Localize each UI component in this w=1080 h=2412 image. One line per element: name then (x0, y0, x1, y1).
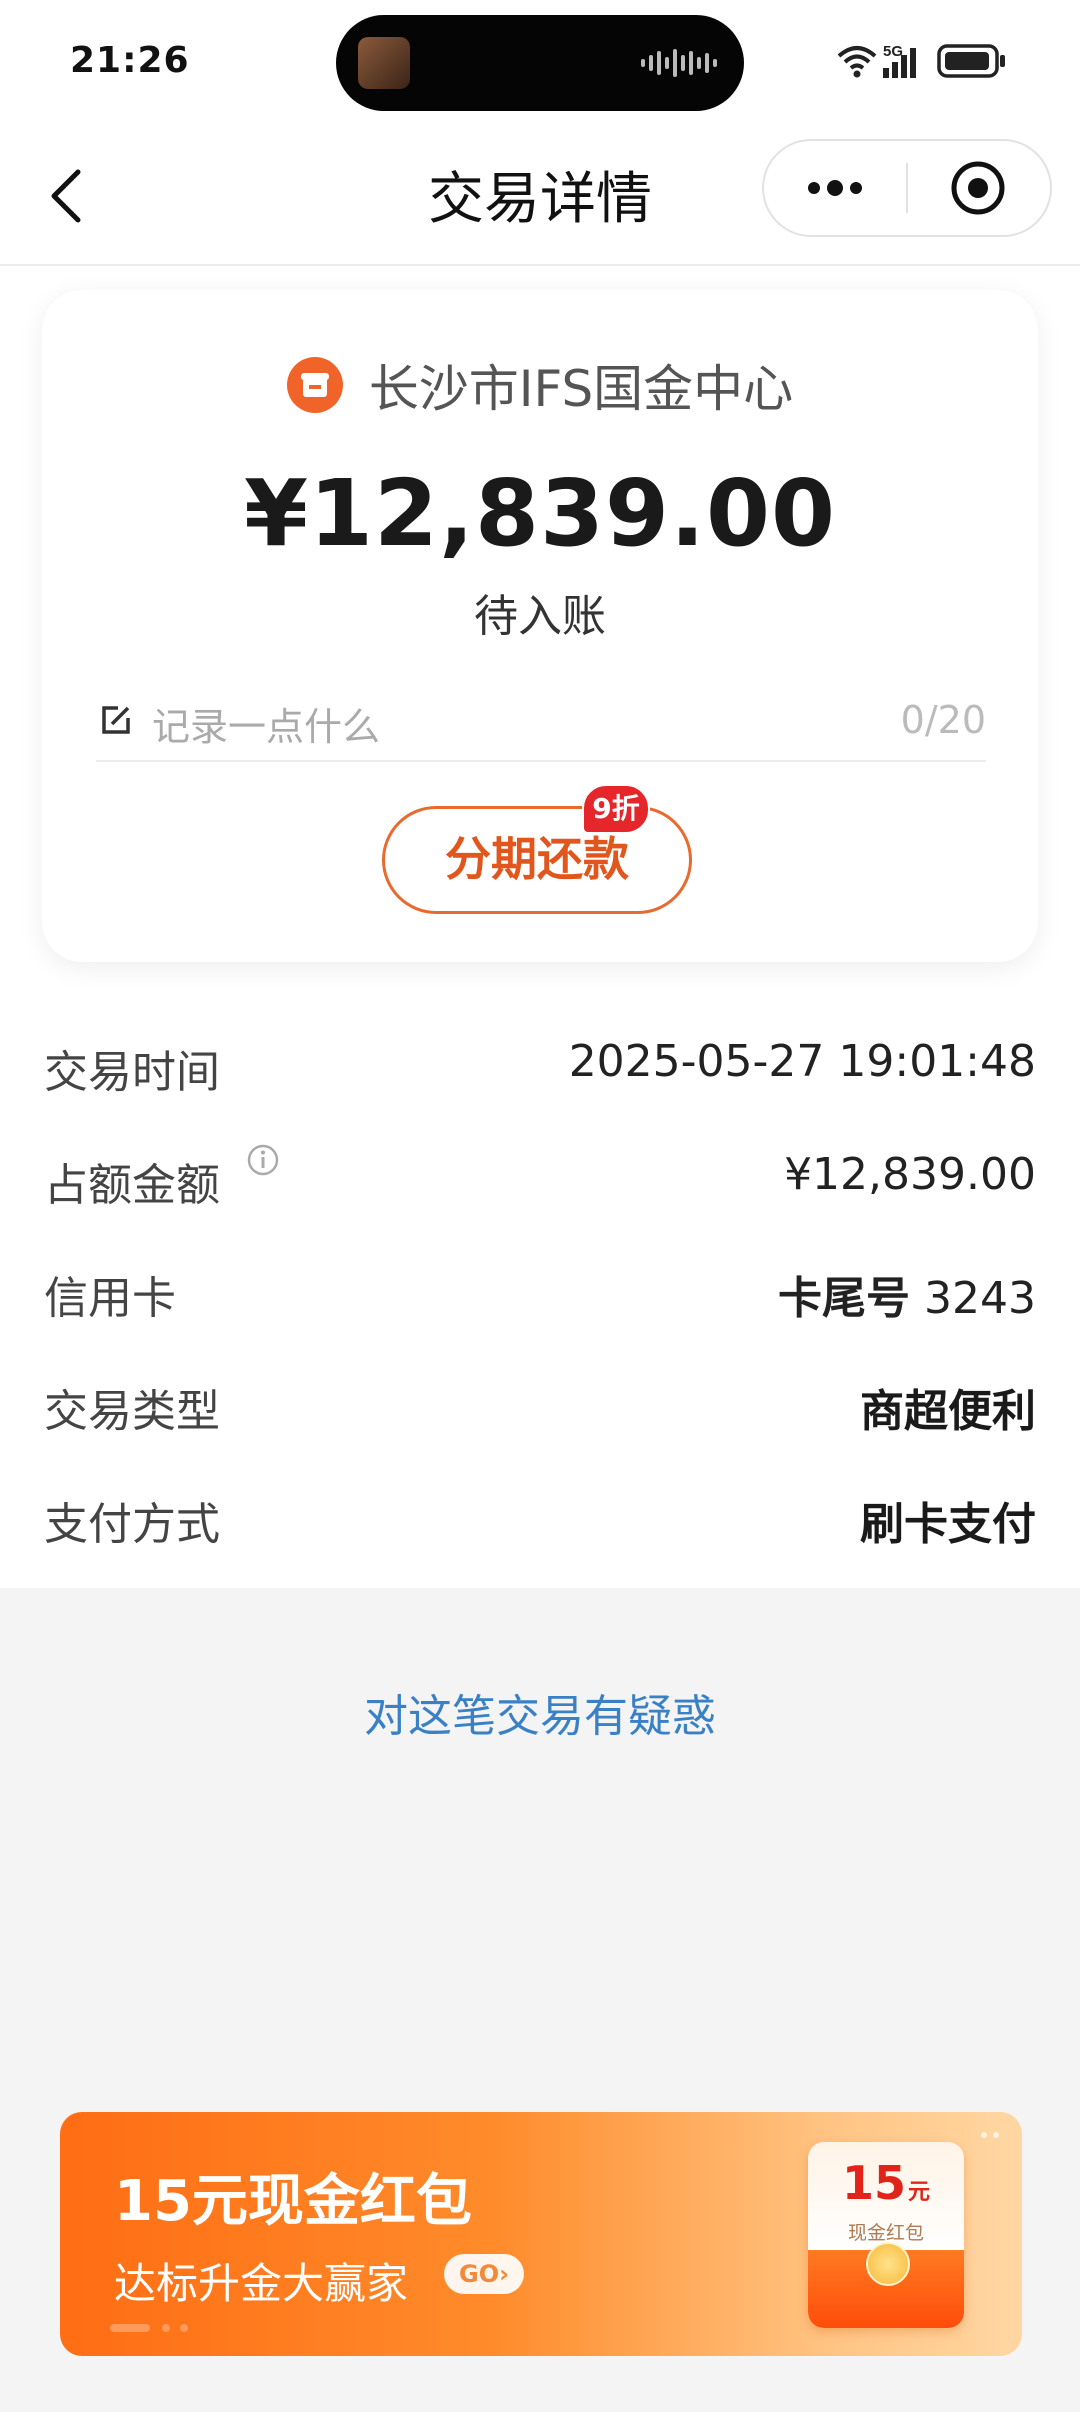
red-envelope-icon: 15元 现金红包 (808, 2142, 964, 2328)
envelope-amount: 15元 (841, 2156, 931, 2210)
transaction-query-link[interactable]: 对这笔交易有疑惑 (0, 1680, 1080, 1744)
discount-badge: 9折 (582, 784, 650, 834)
edit-icon (102, 706, 130, 734)
banner-subtitle: 达标升金大赢家 (114, 2259, 409, 2308)
detail-value: ¥12,839.00 (784, 1149, 1036, 1200)
note-counter: 0/20 (900, 698, 986, 742)
battery-icon (937, 44, 1005, 78)
detail-value: 2025-05-27 19:01:48 (568, 1036, 1036, 1087)
go-label: GO (459, 2260, 500, 2288)
detail-value: 卡尾号 3243 (778, 1262, 1036, 1326)
transaction-amount: ¥12,839.00 (243, 460, 836, 567)
capsule-divider (906, 163, 908, 213)
envelope-label: 现金红包 (847, 2222, 924, 2244)
back-button[interactable] (40, 156, 100, 236)
network-5g-label: 5G (883, 43, 903, 60)
coin-icon (866, 2242, 910, 2286)
merchant-row: 长沙市IFS国金中心 (42, 350, 1038, 420)
go-button[interactable]: GO› (444, 2254, 524, 2294)
chevron-left-icon (51, 169, 81, 223)
detail-row-occupied-amount: 占额金额 ¥12,839.00 (44, 1135, 1036, 1215)
mini-program-capsule (762, 139, 1052, 237)
transaction-status: 待入账 (474, 591, 606, 642)
detail-row-payment-method: 支付方式 刷卡支付 (44, 1474, 1036, 1554)
status-icons: 5G (837, 43, 1005, 78)
detail-value: 商超便利 (860, 1386, 1036, 1437)
status-bar: 21:26 5G (0, 0, 1080, 126)
detail-row-type: 交易类型 商超便利 (44, 1361, 1036, 1441)
status-time: 21:26 (70, 40, 190, 81)
close-button[interactable] (910, 141, 1050, 235)
detail-row-time: 交易时间 2025-05-27 19:01:48 (44, 1022, 1036, 1102)
audio-wave-icon (641, 49, 717, 77)
nav-bar: 交易详情 (0, 126, 1080, 266)
more-dots-icon (808, 180, 862, 196)
more-button[interactable] (764, 141, 906, 235)
transaction-card: 长沙市IFS国金中心 ¥12,839.00 待入账 记录一点什么 0/20 分期… (42, 290, 1038, 962)
music-cover-icon (358, 37, 410, 89)
detail-label: 占额金额 (44, 1160, 220, 1211)
target-close-icon (951, 161, 1005, 215)
banner-close-icon[interactable] (976, 2130, 1006, 2140)
card-tail-number: 3243 (924, 1273, 1036, 1324)
shop-icon (286, 357, 343, 413)
carousel-dots (110, 2324, 188, 2332)
detail-row-credit-card: 信用卡 卡尾号 3243 (44, 1248, 1036, 1328)
detail-value: 刷卡支付 (860, 1499, 1036, 1550)
note-input[interactable]: 记录一点什么 0/20 (96, 680, 986, 762)
dynamic-island (336, 15, 744, 111)
info-icon[interactable] (246, 1143, 280, 1177)
banner-title: 15元现金红包 (114, 2169, 472, 2234)
detail-label: 交易时间 (44, 1047, 220, 1098)
merchant-name: 长沙市IFS国金中心 (368, 360, 794, 418)
wifi-icon (837, 46, 877, 78)
detail-label: 交易类型 (44, 1386, 220, 1437)
card-tail-prefix: 卡尾号 (778, 1273, 911, 1324)
detail-label: 支付方式 (44, 1499, 220, 1550)
detail-label: 信用卡 (44, 1273, 176, 1324)
promo-banner[interactable]: 15元现金红包 达标升金大赢家 GO› 15元 现金红包 (60, 2112, 1022, 2356)
note-placeholder: 记录一点什么 (152, 705, 381, 749)
